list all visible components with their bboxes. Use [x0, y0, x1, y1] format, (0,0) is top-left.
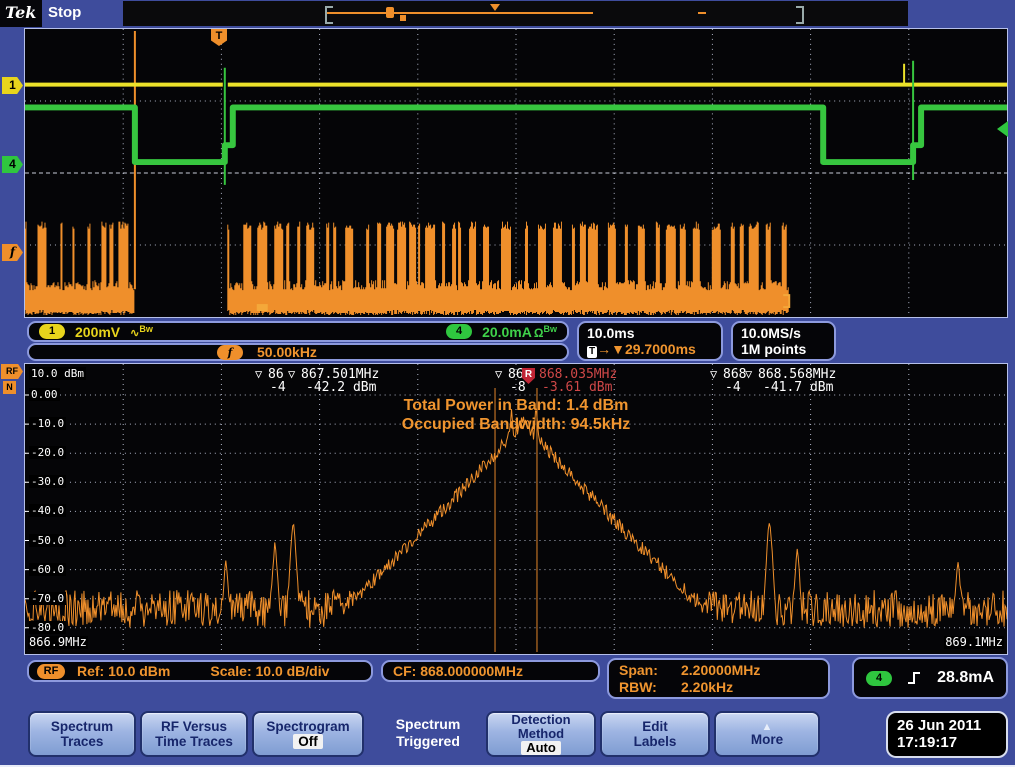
timebase-readout-box: 10.0ms T→▼29.7000ms: [577, 321, 723, 361]
rf-normal-trace-badge: N: [3, 381, 16, 394]
y-axis-label: -70.0: [29, 592, 66, 605]
channel1-badge[interactable]: 1: [2, 77, 23, 94]
button-detection-method[interactable]: DetectionMethod Auto: [486, 711, 596, 757]
ch1-badge-icon: 1: [39, 324, 65, 339]
button-spectrum-traces[interactable]: SpectrumTraces: [28, 711, 136, 757]
trigger-source-badge-icon: 4: [866, 671, 892, 686]
rf-frequency-value: 50.00kHz: [257, 344, 317, 360]
start-frequency-label: 866.9MHz: [28, 636, 88, 649]
trigger-readout-box: 4 28.8mA: [852, 657, 1008, 699]
record-window-left-bracket[interactable]: [325, 6, 333, 24]
time-text: 17:19:17: [897, 734, 1006, 751]
spectrogram-state: Off: [293, 734, 323, 749]
y-axis-label: -50.0: [29, 534, 66, 547]
rf-scale-readout-box: RF Ref: 10.0 dBm Scale: 10.0 dB/div: [27, 660, 373, 682]
acquisition-status: Stop: [48, 4, 81, 21]
marker-triangle-icon: ▽: [255, 368, 262, 381]
channel4-badge[interactable]: 4: [2, 156, 23, 173]
ac-coupling-icon: ∿: [130, 327, 139, 339]
ohm-icon: Ω: [534, 326, 544, 340]
f-badge-icon: f: [217, 345, 243, 360]
marker-amplitude: -41.7 dBm: [763, 381, 833, 394]
up-arrow-icon: ▲: [762, 722, 773, 732]
ch4-scale: 20.0mA: [482, 324, 532, 340]
marker-triangle-icon: ▽: [288, 368, 295, 381]
trigger-level-value: 28.8mA: [937, 669, 994, 687]
record-readout-box: 10.0MS/s 1M points: [731, 321, 836, 361]
marker-triangle-icon: ▽: [745, 368, 752, 381]
total-power-text: Total Power in Band: 1.4 dBm: [402, 396, 630, 415]
bandwidth-limit-icon: Bw: [544, 324, 558, 334]
ref-level: Ref: 10.0 dBm: [77, 663, 170, 679]
marker-amplitude: -3.61 dBm: [542, 381, 612, 394]
trigger-delay-value: 29.7000ms: [625, 341, 696, 357]
time-domain-window: [24, 28, 1008, 318]
record-trace-dash: [698, 12, 706, 14]
sample-rate: 10.0MS/s: [741, 325, 801, 341]
band-power-annotation: Total Power in Band: 1.4 dBm Occupied Ba…: [402, 396, 630, 434]
trigger-t-icon: T: [587, 346, 597, 358]
span-value: 2.20000MHz: [681, 662, 760, 678]
y-axis-label: 10.0 dBm: [29, 367, 86, 380]
stop-frequency-label: 869.1MHz: [944, 636, 1004, 649]
y-axis-label: -40.0: [29, 504, 66, 517]
spectrum-window: 10.0 dBm 0.00 -10.0 -20.0 -30.0 -40.0 -50.0 -60…: [24, 363, 1008, 655]
marker-triangle-icon: ▽: [710, 368, 717, 381]
span-label: Span:: [619, 662, 681, 678]
y-axis-label: -80.0: [29, 621, 66, 634]
detection-method-state: Auto: [521, 741, 561, 755]
marker-triangle-icon: ▽: [495, 368, 502, 381]
y-axis-label: 0.00: [29, 388, 60, 401]
rf-freq-readout-box: f 50.00kHz: [27, 343, 569, 361]
center-frequency-box: CF: 868.000000MHz: [381, 660, 600, 682]
date-text: 26 Jun 2011: [897, 717, 1006, 734]
occupied-bandwidth-text: Occupied Bandwidth: 94.5kHz: [402, 415, 630, 434]
channel-readout-box: 1 200mV ∿Bw 4 20.0mA ΩBw: [27, 321, 569, 342]
rf-badge-icon: RF: [37, 664, 65, 679]
time-domain-plot: [25, 29, 1007, 317]
button-rf-versus-time-traces[interactable]: RF VersusTime Traces: [140, 711, 248, 757]
button-more[interactable]: ▲ More: [714, 711, 820, 757]
bandwidth-limit-icon: Bw: [139, 324, 153, 334]
button-spectrogram[interactable]: SpectrogramOff: [252, 711, 364, 757]
record-length: 1M points: [741, 341, 806, 357]
record-trace-line: [327, 12, 593, 14]
record-position-triangle-icon[interactable]: [490, 4, 500, 11]
tek-logo: Tek: [5, 3, 36, 22]
rbw-label: RBW:: [619, 679, 681, 695]
rising-edge-icon: [906, 670, 922, 686]
button-edit-labels[interactable]: EditLabels: [600, 711, 710, 757]
spectrum-triggered-label: SpectrumTriggered: [374, 716, 482, 750]
datetime-display: 26 Jun 2011 17:19:17: [886, 711, 1008, 758]
marker-amplitude: -42.2 dBm: [306, 381, 376, 394]
rf-channel-badge[interactable]: RF: [1, 364, 23, 379]
record-view-bar[interactable]: [123, 1, 908, 26]
y-axis-label: -20.0: [29, 446, 66, 459]
ch4-badge-icon: 4: [446, 324, 472, 339]
rf-time-badge[interactable]: f: [2, 244, 23, 261]
rbw-value: 2.20kHz: [681, 679, 760, 695]
ch1-scale: 200mV: [75, 324, 120, 340]
y-axis-label: -10.0: [29, 417, 66, 430]
timebase-scale: 10.0ms: [587, 325, 634, 341]
center-frequency: CF: 868.000000MHz: [393, 663, 523, 679]
record-event-square: [400, 15, 406, 21]
record-trigger-marker: [386, 7, 394, 18]
vertical-scale: Scale: 10.0 dB/div: [210, 663, 329, 679]
oscilloscope-screen: Tek Stop T 1 4 f 1 200mV ∿Bw 4 20.0mA ΩB…: [0, 0, 1015, 767]
y-axis-label: -30.0: [29, 475, 66, 488]
delay-arrows-icon: →▼: [597, 341, 625, 357]
y-axis-label: -60.0: [29, 563, 66, 576]
record-window-right-bracket[interactable]: [796, 6, 804, 24]
span-rbw-box: Span: 2.20000MHz RBW: 2.20kHz: [607, 658, 830, 699]
